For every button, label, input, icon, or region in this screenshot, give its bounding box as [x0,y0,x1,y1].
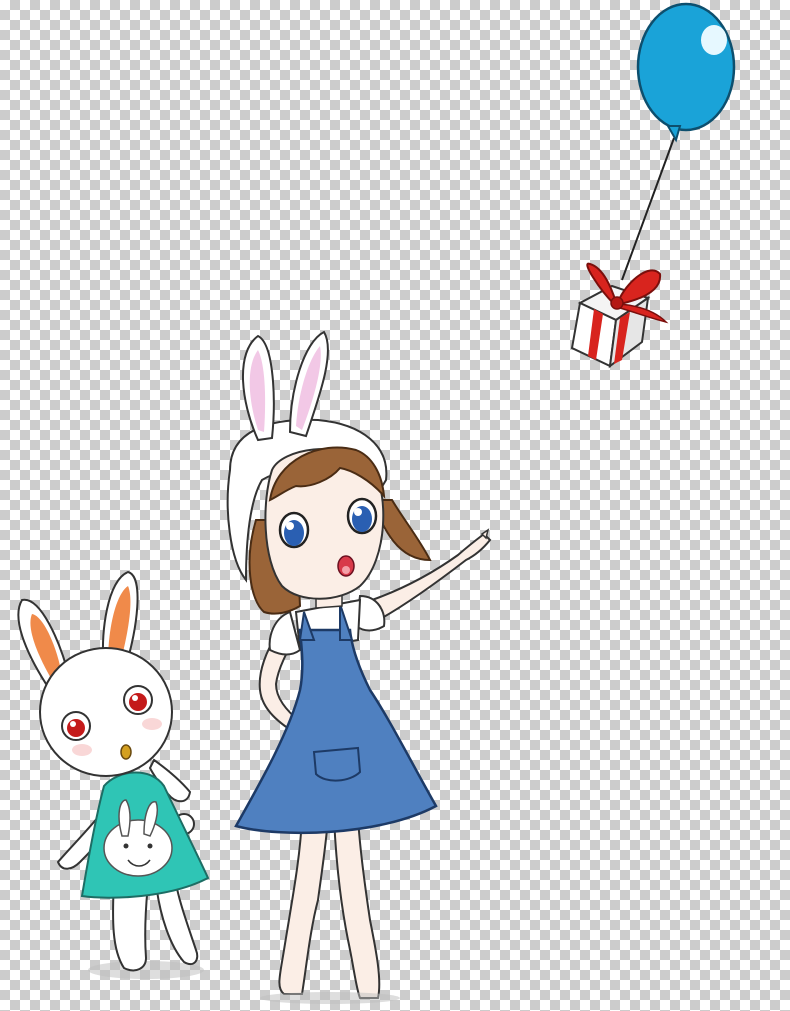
illustration-canvas [0,0,790,1011]
bunny [17,570,210,979]
illustration-svg [17,2,736,1004]
balloon [621,2,736,281]
gift-box [570,262,669,369]
girl [226,330,492,1004]
